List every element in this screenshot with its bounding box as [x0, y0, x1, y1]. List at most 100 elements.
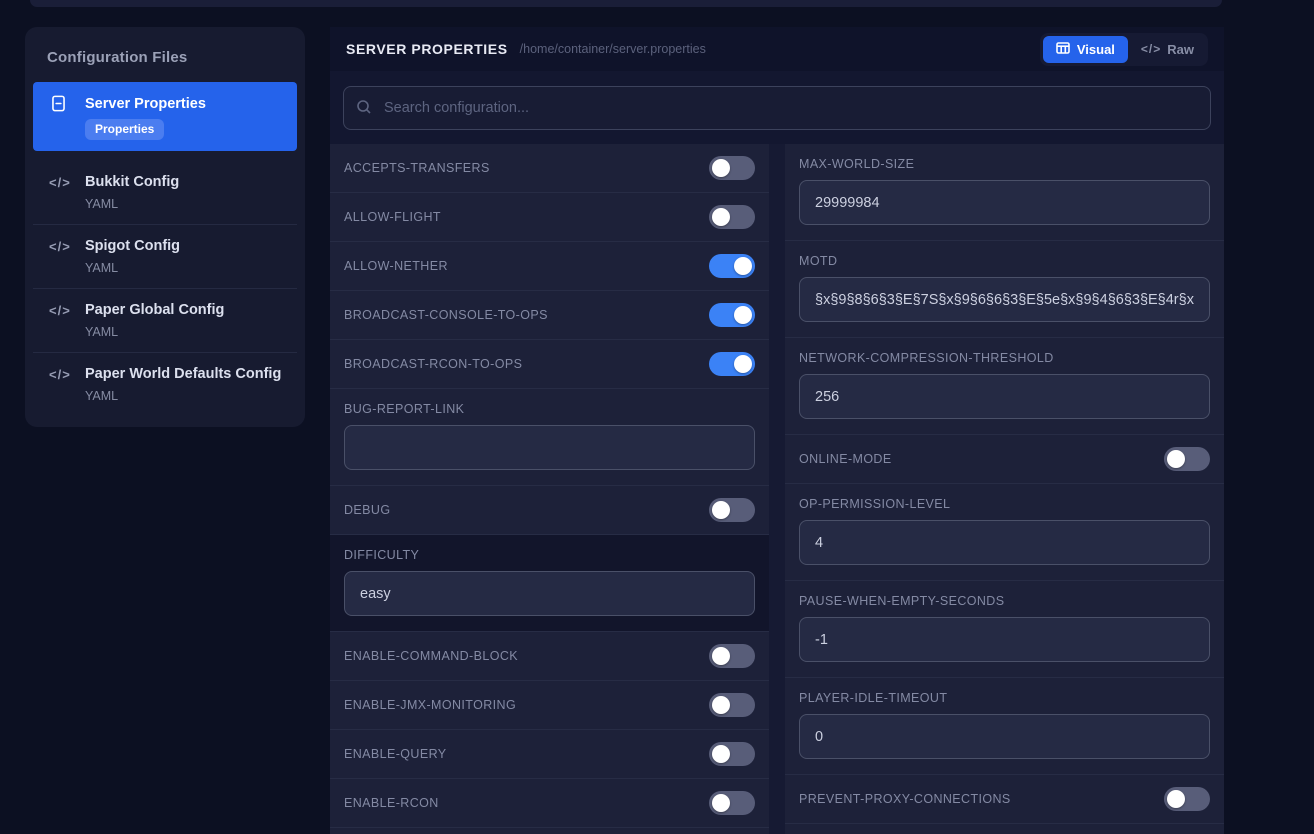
setting-row-enable-command-block: ENABLE-COMMAND-BLOCK — [330, 632, 769, 681]
setting-row-allow-nether: ALLOW-NETHER — [330, 242, 769, 291]
setting-input[interactable] — [344, 425, 755, 470]
setting-input[interactable] — [799, 714, 1210, 759]
setting-row-debug: DEBUG — [330, 486, 769, 535]
setting-row-pvp: PVP — [785, 824, 1224, 834]
setting-input[interactable] — [799, 180, 1210, 225]
setting-label: PAUSE-WHEN-EMPTY-SECONDS — [799, 594, 1210, 608]
toggle-knob — [712, 794, 730, 812]
setting-label: DIFFICULTY — [344, 548, 755, 562]
toggle-knob — [712, 501, 730, 519]
toggle-knob — [734, 306, 752, 324]
search-input[interactable] — [343, 86, 1211, 130]
table-icon — [1056, 42, 1070, 57]
setting-input[interactable] — [799, 520, 1210, 565]
setting-row-pause-when-empty-seconds: PAUSE-WHEN-EMPTY-SECONDS — [785, 581, 1224, 678]
setting-label: ACCEPTS-TRANSFERS — [344, 161, 490, 175]
setting-row-enable-query: ENABLE-QUERY — [330, 730, 769, 779]
setting-toggle[interactable] — [709, 742, 755, 766]
setting-row-motd: MOTD — [785, 241, 1224, 338]
setting-input[interactable] — [344, 571, 755, 616]
setting-label: ENABLE-COMMAND-BLOCK — [344, 649, 518, 663]
setting-row-online-mode: ONLINE-MODE — [785, 435, 1224, 484]
setting-row-broadcast-rcon-to-ops: BROADCAST-RCON-TO-OPS — [330, 340, 769, 389]
setting-label: PREVENT-PROXY-CONNECTIONS — [799, 792, 1011, 806]
sidebar-item-bukkit-config[interactable]: </>Bukkit Config YAML — [33, 161, 297, 224]
visual-button-label: Visual — [1077, 42, 1115, 57]
setting-input[interactable] — [799, 374, 1210, 419]
config-files-sidebar: Configuration Files Server Properties Pro… — [25, 27, 305, 427]
toggle-knob — [734, 355, 752, 373]
file-type-label: YAML — [85, 325, 285, 339]
toggle-knob — [712, 647, 730, 665]
setting-label: BROADCAST-RCON-TO-OPS — [344, 357, 522, 371]
setting-label: ENABLE-JMX-MONITORING — [344, 698, 516, 712]
setting-label: MAX-WORLD-SIZE — [799, 157, 1210, 171]
toggle-knob — [712, 159, 730, 177]
sidebar-item-spigot-config[interactable]: </>Spigot Config YAML — [33, 224, 297, 288]
setting-toggle[interactable] — [709, 254, 755, 278]
sidebar-title: Configuration Files — [47, 49, 297, 66]
toggle-knob — [1167, 790, 1185, 808]
toggle-knob — [1167, 450, 1185, 468]
setting-label: NETWORK-COMPRESSION-THRESHOLD — [799, 351, 1210, 365]
setting-toggle[interactable] — [1164, 447, 1210, 471]
code-icon: </> — [49, 175, 85, 190]
setting-input[interactable] — [799, 277, 1210, 322]
raw-view-button[interactable]: </> Raw — [1130, 36, 1205, 63]
sidebar-list: Server PropertiesProperties</>Bukkit Con… — [33, 82, 297, 416]
setting-toggle[interactable] — [709, 791, 755, 815]
toggle-knob — [712, 208, 730, 226]
search-panel — [330, 71, 1224, 144]
setting-label: ALLOW-NETHER — [344, 259, 448, 273]
file-type-badge: Properties — [85, 119, 164, 140]
page-title: SERVER PROPERTIES — [346, 41, 508, 57]
setting-row-enable-rcon: ENABLE-RCON — [330, 779, 769, 828]
setting-row-op-permission-level: OP-PERMISSION-LEVEL — [785, 484, 1224, 581]
top-panel-edge — [30, 0, 1222, 7]
sidebar-item-server-properties[interactable]: Server Properties Properties — [33, 82, 297, 151]
setting-row-player-idle-timeout: PLAYER-IDLE-TIMEOUT — [785, 678, 1224, 775]
setting-label: ENABLE-RCON — [344, 796, 439, 810]
setting-label: DEBUG — [344, 503, 390, 517]
file-type-label: YAML — [85, 389, 285, 403]
toggle-knob — [712, 696, 730, 714]
setting-input[interactable] — [799, 617, 1210, 662]
search-icon — [356, 99, 372, 115]
setting-label: OP-PERMISSION-LEVEL — [799, 497, 1210, 511]
setting-label: BROADCAST-CONSOLE-TO-OPS — [344, 308, 548, 322]
settings-column-left: ACCEPTS-TRANSFERS ALLOW-FLIGHT ALLOW-NETHE… — [330, 144, 769, 834]
setting-label: PLAYER-IDLE-TIMEOUT — [799, 691, 1210, 705]
setting-label: ENABLE-QUERY — [344, 747, 447, 761]
sidebar-item-label: Spigot Config — [85, 238, 285, 254]
setting-toggle[interactable] — [709, 205, 755, 229]
file-type-label: YAML — [85, 197, 285, 211]
sidebar-item-paper-global-config[interactable]: </>Paper Global ConfigYAML — [33, 288, 297, 352]
file-type-label: YAML — [85, 261, 285, 275]
code-icon: </> — [1141, 42, 1161, 56]
setting-toggle[interactable] — [1164, 787, 1210, 811]
setting-row-enable-jmx-monitoring: ENABLE-JMX-MONITORING — [330, 681, 769, 730]
code-icon: </> — [49, 303, 85, 318]
visual-view-button[interactable]: Visual — [1043, 36, 1128, 63]
setting-row-broadcast-console-to-ops: BROADCAST-CONSOLE-TO-OPS — [330, 291, 769, 340]
setting-toggle[interactable] — [709, 498, 755, 522]
code-icon: </> — [49, 367, 85, 382]
sidebar-item-paper-world-defaults-config[interactable]: </>Paper World Defaults Config YAML — [33, 352, 297, 416]
setting-row-accepts-transfers: ACCEPTS-TRANSFERS — [330, 144, 769, 193]
panel-header: SERVER PROPERTIES /home/container/server… — [330, 27, 1224, 71]
sidebar-item-label: Bukkit Config — [85, 174, 285, 190]
setting-toggle[interactable] — [709, 644, 755, 668]
setting-label: MOTD — [799, 254, 1210, 268]
settings-column-right: MAX-WORLD-SIZE MOTD NETWORK-COMPRESSION-TH… — [785, 144, 1224, 834]
code-icon: </> — [49, 239, 85, 254]
setting-toggle[interactable] — [709, 693, 755, 717]
setting-toggle[interactable] — [709, 352, 755, 376]
setting-row-allow-flight: ALLOW-FLIGHT — [330, 193, 769, 242]
sidebar-item-label: Server Properties — [85, 96, 285, 112]
setting-row-bug-report-link: BUG-REPORT-LINK — [330, 389, 769, 486]
sidebar-item-label: Paper World Defaults Config — [85, 366, 285, 382]
setting-toggle[interactable] — [709, 156, 755, 180]
setting-label: ALLOW-FLIGHT — [344, 210, 441, 224]
setting-toggle[interactable] — [709, 303, 755, 327]
setting-row-prevent-proxy-connections: PREVENT-PROXY-CONNECTIONS — [785, 775, 1224, 824]
